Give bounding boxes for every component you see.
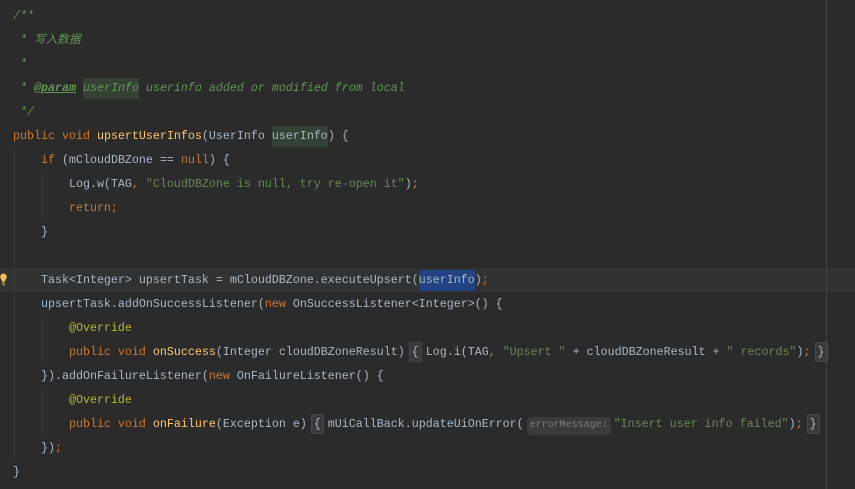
string-literal-token: "CloudDBZone is null, try re-open it"	[145, 177, 405, 191]
code-line[interactable]: });	[0, 436, 855, 460]
annotation-token: @Override	[13, 321, 132, 335]
code-lines[interactable]: /** * 写入数据 * * @param userInfo userinfo …	[0, 4, 855, 484]
code-line[interactable]: /**	[0, 4, 855, 28]
doc-param-tag: @param	[34, 81, 76, 95]
code-text: OnFailureListener() {	[229, 369, 384, 383]
code-line[interactable]: Log.w(TAG, "CloudDBZone is null, try re-…	[0, 172, 855, 196]
keyword-token: new	[208, 369, 230, 383]
code-text: Task<Integer> upsertTask = mCloudDBZone.…	[13, 273, 419, 287]
code-text: }).addOnFailureListener(	[13, 369, 209, 383]
string-literal-token: "Insert user info failed"	[613, 417, 789, 431]
doc-comment-text: /**	[13, 9, 34, 23]
code-line[interactable]: }	[0, 460, 855, 484]
doc-comment-text: userinfo added or modified from local	[138, 81, 405, 95]
punctuation-token: ;	[411, 177, 419, 191]
code-text: ) {	[327, 129, 349, 143]
code-line[interactable]: }).addOnFailureListener(new OnFailureLis…	[0, 364, 855, 388]
keyword-token: return;	[13, 201, 118, 215]
code-editor[interactable]: /** * 写入数据 * * @param userInfo userinfo …	[0, 0, 855, 489]
code-text: })	[13, 441, 55, 455]
keyword-token: null	[180, 153, 209, 167]
punctuation-token: ;	[54, 441, 62, 455]
parameter-name-hint: errorMessage:	[526, 417, 611, 435]
code-line[interactable]: }	[0, 220, 855, 244]
code-text: (Integer cloudDBZoneResult)	[215, 345, 412, 359]
code-text: )	[788, 417, 796, 431]
doc-comment-text: */	[13, 105, 34, 119]
code-line[interactable]: * 写入数据	[0, 28, 855, 52]
code-line[interactable]: *	[0, 52, 855, 76]
doc-comment-text: *	[13, 57, 27, 71]
code-line[interactable]: public void upsertUserInfos(UserInfo use…	[0, 124, 855, 148]
code-text: Log.w(TAG	[13, 177, 132, 191]
string-literal-token: " records"	[726, 345, 797, 359]
code-line[interactable]: public void onSuccess(Integer cloudDBZon…	[0, 340, 855, 364]
code-line-current[interactable]: Task<Integer> upsertTask = mCloudDBZone.…	[0, 268, 855, 292]
keyword-token: if	[13, 153, 55, 167]
code-line[interactable]: @Override	[0, 316, 855, 340]
punctuation-token: ;	[481, 273, 489, 287]
code-line[interactable]: if (mCloudDBZone == null) {	[0, 148, 855, 172]
keyword-token: new	[264, 297, 286, 311]
folded-code-brace[interactable]: }	[806, 414, 820, 434]
code-text: mUiCallBack.updateUiOnError(	[320, 417, 524, 431]
keyword-token: public void	[13, 345, 153, 359]
code-text: }	[13, 225, 48, 239]
code-text: )	[404, 177, 412, 191]
method-name-token: upsertUserInfos	[96, 129, 202, 143]
code-text: )	[474, 273, 482, 287]
punctuation-token: ,	[488, 345, 503, 359]
string-literal-token: "Upsert "	[502, 345, 566, 359]
doc-comment-text	[76, 81, 83, 95]
doc-param-name: userInfo	[82, 78, 139, 99]
method-name-token: onFailure	[152, 417, 216, 431]
code-text: (Exception e)	[215, 417, 314, 431]
highlighted-parameter: userInfo	[271, 126, 328, 147]
code-text: OnSuccessListener<Integer>() {	[285, 297, 503, 311]
code-line[interactable]	[0, 244, 855, 268]
code-text: ) {	[208, 153, 230, 167]
annotation-token: @Override	[13, 393, 132, 407]
code-line[interactable]: @Override	[0, 388, 855, 412]
code-text: upsertTask.addOnSuccessListener(	[13, 297, 265, 311]
lightbulb-icon[interactable]	[0, 273, 7, 287]
keyword-token: public void	[13, 129, 97, 143]
code-line[interactable]: return;	[0, 196, 855, 220]
code-line[interactable]: upsertTask.addOnSuccessListener(new OnSu…	[0, 292, 855, 316]
doc-comment-text: *	[13, 81, 34, 95]
code-text: }	[13, 465, 20, 479]
code-text: + cloudDBZoneResult +	[565, 345, 727, 359]
code-line[interactable]: * @param userInfo userinfo added or modi…	[0, 76, 855, 100]
keyword-token: public void	[13, 417, 153, 431]
punctuation-token: ,	[131, 177, 146, 191]
code-line[interactable]: */	[0, 100, 855, 124]
code-text: )	[796, 345, 804, 359]
doc-comment-text: * 写入数据	[13, 33, 81, 47]
code-line[interactable]: public void onFailure(Exception e) { mUi…	[0, 412, 855, 436]
code-text: Log.i(TAG	[418, 345, 489, 359]
selected-text: userInfo	[418, 270, 475, 291]
code-text: (UserInfo	[201, 129, 272, 143]
code-text: (mCloudDBZone ==	[54, 153, 181, 167]
method-name-token: onSuccess	[152, 345, 216, 359]
right-margin-guide	[826, 0, 827, 489]
